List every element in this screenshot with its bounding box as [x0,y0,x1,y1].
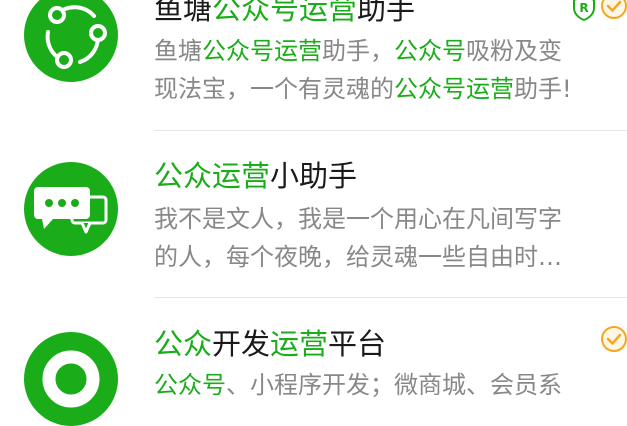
account-avatar [24,332,118,426]
account-avatar [24,0,118,82]
account-title: 公众运营小助手 [154,159,358,193]
result-item-2[interactable]: 公众运营小助手 我不是文人，我是一个用心在凡间写字 的人，每个夜晚，给灵魂一些自… [0,131,627,298]
account-title: 公众开发运营平台 [154,327,387,361]
account-description: 我不是文人，我是一个用心在凡间写字 的人，每个夜晚，给灵魂一些自由时… [154,205,562,271]
account-description: 鱼塘公众号运营助手，公众号吸粉及变 现法宝，一个有灵魂的公众号运营助手! [154,37,572,103]
verified-check-icon [601,326,627,352]
svg-text:R: R [579,1,588,15]
share-nodes-icon [45,5,107,69]
chat-bubbles-icon [34,187,108,234]
account-title: 鱼塘公众号运营助手 [154,0,416,26]
result-item-1[interactable]: 鱼塘公众号运营助手 R 鱼塘公众号运营助手，公众号吸粉及变 现法宝，一个有灵魂的… [0,0,627,131]
account-avatar [24,162,118,256]
mini-program-icon [42,350,100,408]
verified-check-icon [601,0,627,19]
result-item-3[interactable]: 公众开发运营平台 公众号、小程序开发；微商城、会员系 [0,298,627,426]
shield-r-icon: R [573,0,595,21]
account-description: 公众号、小程序开发；微商城、会员系 [154,371,562,399]
